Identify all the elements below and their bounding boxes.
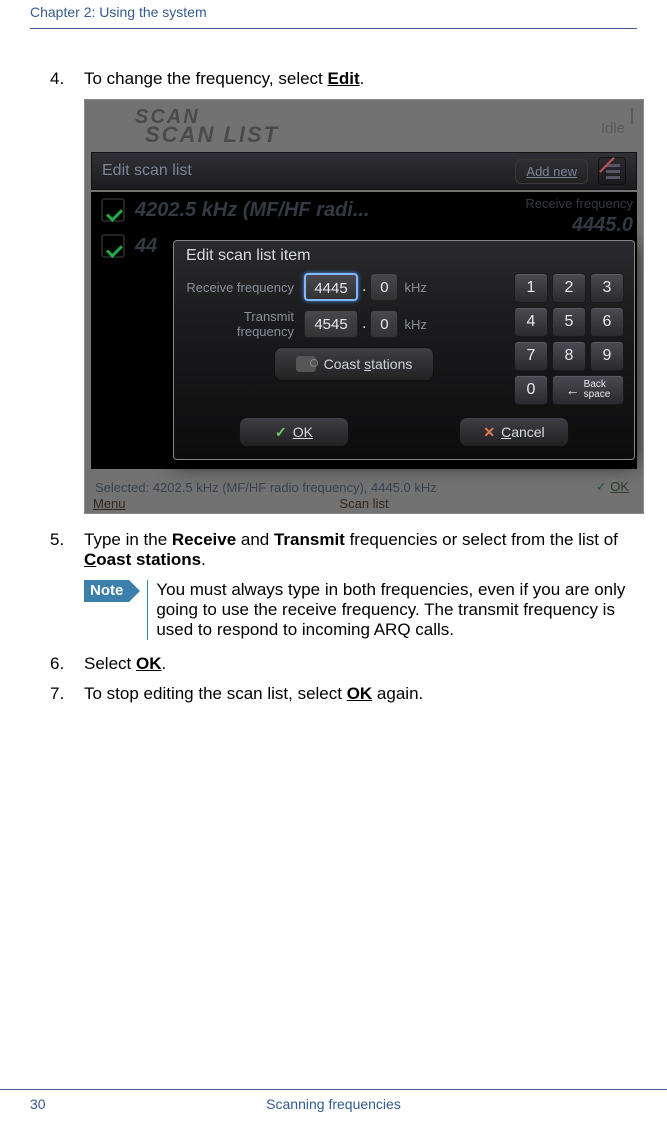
unit-khz: kHz [404,317,426,332]
key-9[interactable]: 9 [590,341,624,371]
receive-frequency-row: Receive frequency 4445 . 0 kHz [184,273,498,301]
chapter-header: Chapter 2: Using the system [0,0,667,28]
note-tag: Note [84,580,129,602]
key-0[interactable]: 0 [514,375,548,405]
key-8[interactable]: 8 [552,341,586,371]
step-number: 5. [50,530,84,570]
page-number: 30 [30,1096,46,1112]
status-idle: Idle [601,120,625,137]
step-number: 6. [50,654,84,674]
coast-stations-icon [296,356,316,372]
ok-keyword: OK [136,654,162,673]
text: frequencies or select from the list of [345,530,618,549]
key-5[interactable]: 5 [552,307,586,337]
coast-keyword: Coast stations [84,550,201,569]
tx-main-input[interactable]: 4545 [304,310,358,338]
text: Select [84,654,136,673]
coast-stations-button[interactable]: Coast stations [274,347,434,381]
key-2[interactable]: 2 [552,273,586,303]
rx-decimal-input[interactable]: 0 [370,273,398,301]
text: . [360,69,365,88]
tx-label: Transmit frequency [184,309,302,339]
cancel-label: Cancel [501,424,545,440]
key-6[interactable]: 6 [590,307,624,337]
text: To change the frequency, select [84,69,328,88]
tx-decimal-input[interactable]: 0 [370,310,398,338]
selected-label: Selected: [95,480,149,495]
note-block: Note You must always type in both freque… [84,580,637,640]
step-number: 7. [50,684,84,704]
ok-ghost[interactable]: OK [596,479,629,495]
ok-button[interactable]: ✓ OK [239,417,349,447]
text: again. [372,684,423,703]
note-text: You must always type in both frequencies… [147,580,637,640]
list-item-label: 4202.5 kHz (MF/HF radi... [135,199,370,222]
rx-label: Receive frequency [184,280,302,295]
edit-keyword: Edit [328,69,360,88]
ok-label: OK [293,424,313,440]
transmit-frequency-row: Transmit frequency 4545 . 0 kHz [184,309,498,339]
step-number: 4. [50,69,84,89]
step-body: Type in the Receive and Transmit frequen… [84,530,637,570]
edit-scan-list-bar: Edit scan list Add new [91,152,637,190]
transmit-keyword: Transmit [274,530,345,549]
list-disable-icon[interactable] [598,157,626,185]
menu-softkey[interactable]: Menu [93,496,126,511]
dot: . [362,315,366,333]
ghost-rx-value: 4445.0 [572,214,633,237]
step-body: To change the frequency, select Edit. [84,69,637,89]
key-backspace[interactable]: ← Backspace [552,375,624,405]
selection-status: Selected: 4202.5 kHz (MF/HF radio freque… [95,480,633,495]
check-icon: ✓ [275,424,287,441]
editbar-title: Edit scan list [102,162,192,180]
coast-stations-label: Coast stations [324,356,413,372]
dialog-title: Edit scan list item [174,241,634,271]
text: . [201,550,206,569]
text: To stop editing the scan list, select [84,684,347,703]
ok-keyword: OK [347,684,373,703]
backspace-label: Backspace [584,380,611,400]
key-4[interactable]: 4 [514,307,548,337]
step-4: 4. To change the frequency, select Edit. [50,69,637,89]
checkbox-checked-icon[interactable] [101,234,125,258]
step-body: Select OK. [84,654,637,674]
antenna-icon [627,108,637,134]
step-5: 5. Type in the Receive and Transmit freq… [50,530,637,570]
rx-main-input[interactable]: 4445 [304,273,358,301]
edit-scan-list-item-dialog: Edit scan list item Receive frequency 44… [173,240,635,460]
key-1[interactable]: 1 [514,273,548,303]
step-body: To stop editing the scan list, select OK… [84,684,637,704]
text: Type in the [84,530,172,549]
step-7: 7. To stop editing the scan list, select… [50,684,637,704]
numeric-keypad: 1 2 3 4 5 6 7 8 9 0 ← Backspace [514,273,624,405]
checkbox-checked-icon[interactable] [101,198,125,222]
device-screenshot: SCAN SCAN LIST Idle Edit scan list Add n… [84,99,644,514]
step-6: 6. Select OK. [50,654,637,674]
dot: . [362,278,366,296]
add-new-button[interactable]: Add new [515,159,588,184]
page-content: 4. To change the frequency, select Edit.… [0,29,667,704]
list-item-label: 44 [135,235,157,258]
scanlist-softkey[interactable]: Scan list [339,496,388,511]
page-footer: 30 Scanning frequencies [0,1089,667,1112]
cancel-button[interactable]: ✕ Cancel [459,417,569,447]
bg-scanlist-label: SCAN LIST [145,122,279,148]
x-icon: ✕ [483,424,495,441]
selected-value: 4202.5 kHz (MF/HF radio frequency), 4445… [153,480,437,495]
backspace-arrow-icon: ← [566,382,580,398]
unit-khz: kHz [404,280,426,295]
text: and [236,530,274,549]
receive-keyword: Receive [172,530,236,549]
footer-title: Scanning frequencies [266,1096,401,1112]
key-7[interactable]: 7 [514,341,548,371]
key-3[interactable]: 3 [590,273,624,303]
ghost-rx-label: Receive frequency [525,196,633,211]
text: . [161,654,166,673]
